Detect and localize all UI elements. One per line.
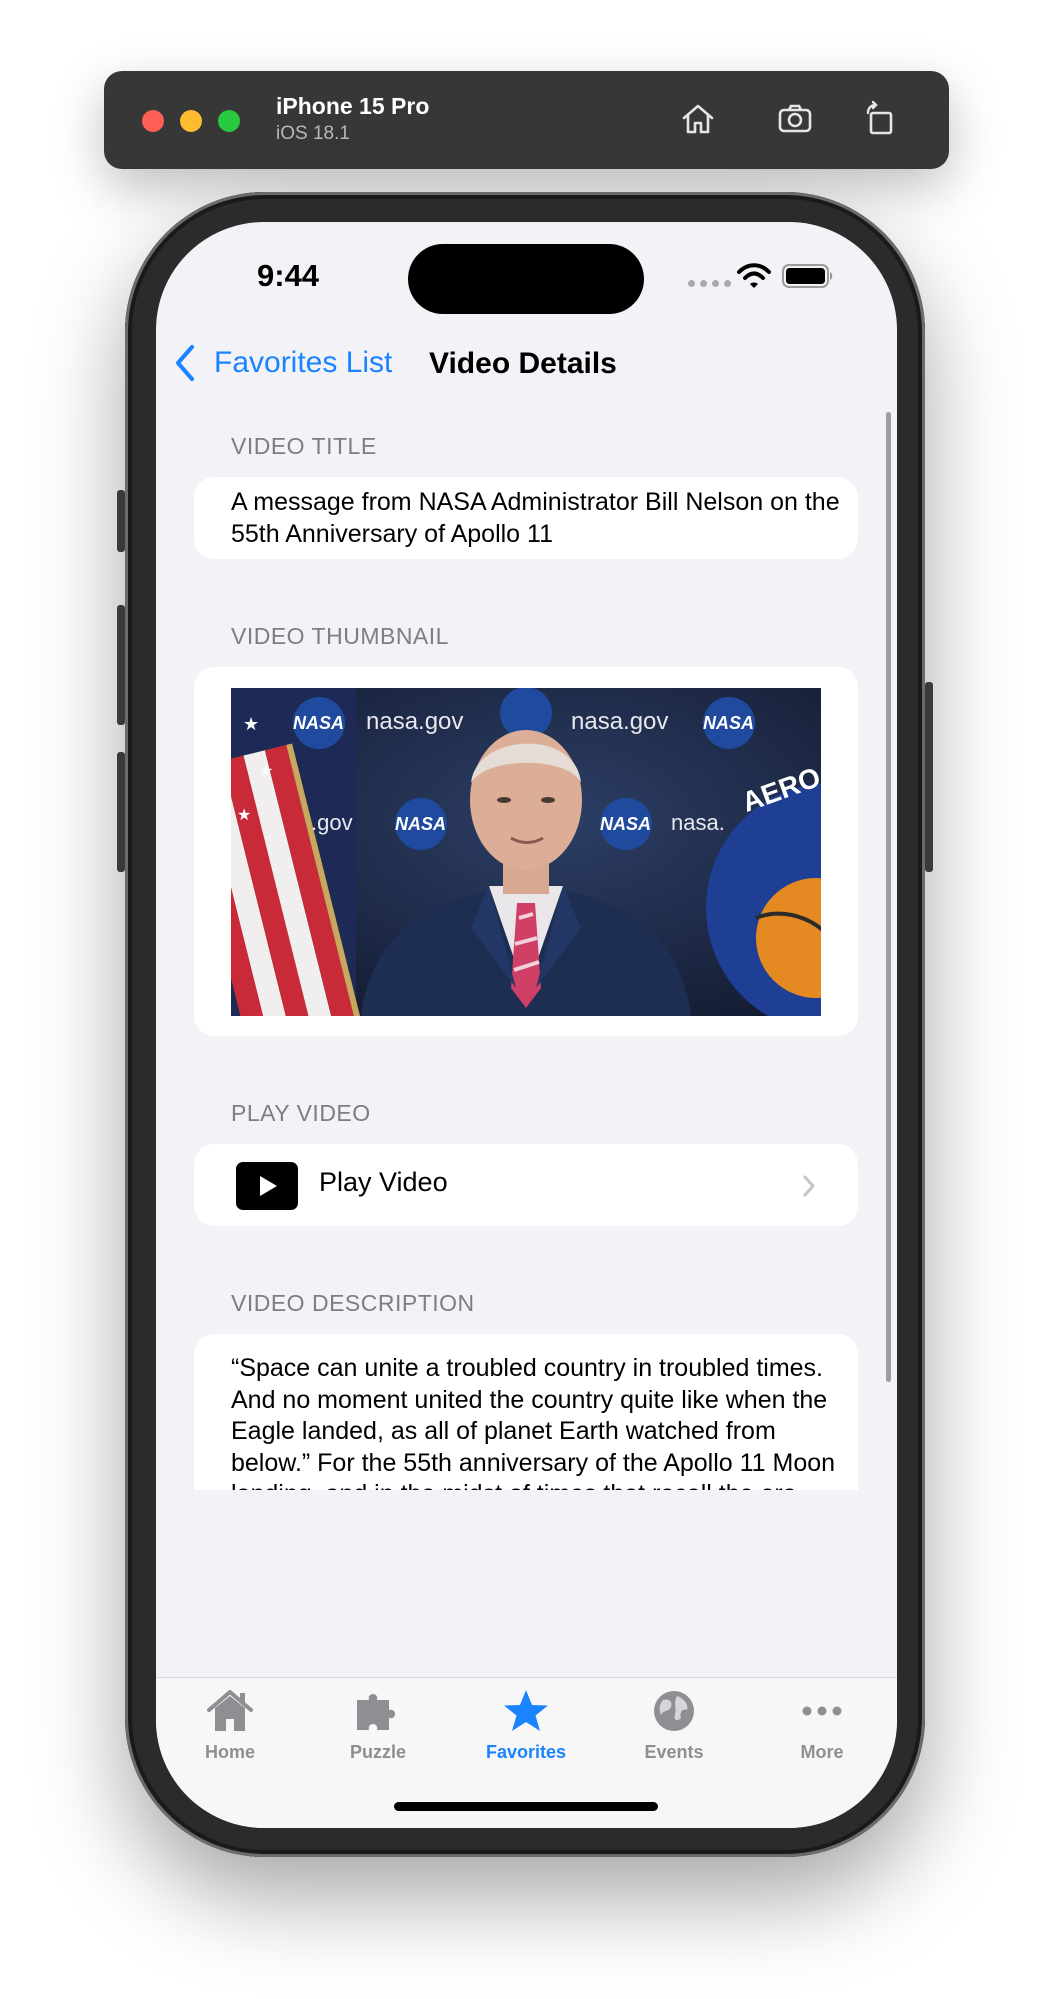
svg-text:★: ★ (259, 763, 273, 780)
wifi-icon (737, 263, 771, 288)
scroll-indicator[interactable] (886, 412, 891, 1382)
battery-icon (782, 264, 833, 288)
chevron-left-icon (176, 345, 194, 381)
screenshot-button[interactable] (771, 95, 819, 143)
phone-screen: 9:44 Favorites List Video Details VIDEO … (156, 222, 897, 1828)
svg-text:nasa.gov: nasa.gov (571, 708, 668, 735)
video-description-text: “Space can unite a troubled country in t… (231, 1354, 836, 1490)
play-video-row[interactable]: Play Video (194, 1144, 858, 1226)
minimize-window-button[interactable] (180, 110, 202, 132)
star-icon (504, 1690, 548, 1731)
cellular-signal-icon (688, 280, 731, 287)
power-button (925, 682, 933, 872)
status-time: 9:44 (257, 258, 320, 293)
dynamic-island (408, 244, 644, 314)
tab-puzzle[interactable]: Puzzle (304, 1678, 452, 1778)
tab-puzzle-label: Puzzle (349, 1742, 406, 1762)
device-name: iPhone 15 Pro (276, 93, 430, 119)
svg-text:.gov: .gov (311, 810, 353, 835)
svg-text:nasa.gov: nasa.gov (366, 708, 463, 735)
tab-favorites-label: Favorites (485, 1742, 567, 1762)
chevron-right-icon (803, 1175, 815, 1197)
play-video-header: PLAY VIDEO (231, 1100, 371, 1126)
home-button[interactable] (674, 95, 722, 143)
page-title: Video Details (429, 347, 617, 380)
tab-more-label: More (800, 1742, 844, 1762)
rotate-button[interactable] (856, 95, 904, 143)
tab-events-label: Events (644, 1742, 704, 1762)
svg-text:★: ★ (243, 714, 259, 734)
video-description-header: VIDEO DESCRIPTION (231, 1290, 475, 1316)
back-button[interactable]: Favorites List (174, 344, 392, 382)
home-icon (682, 104, 714, 134)
video-title-text: A message from NASA Administrator Bill N… (231, 488, 840, 548)
video-description-card: “Space can unite a troubled country in t… (194, 1334, 858, 1490)
tab-home[interactable]: Home (156, 1678, 304, 1778)
screenshot-icon (778, 104, 812, 133)
svg-text:NASA: NASA (293, 713, 344, 733)
thumbnail-illustration: ★ ★ ★ NASA NASA NASA NASA nasa.gov nasa.… (231, 688, 821, 1016)
play-video-label: Play Video (319, 1167, 448, 1197)
simulator-toolbar: iPhone 15 Pro iOS 18.1 (104, 71, 949, 169)
video-thumbnail-card: ★ ★ ★ NASA NASA NASA NASA nasa.gov nasa.… (194, 667, 858, 1036)
video-thumbnail-image: ★ ★ ★ NASA NASA NASA NASA nasa.gov nasa.… (231, 688, 821, 1016)
tab-home-label: Home (204, 1742, 255, 1762)
back-button-label: Favorites List (214, 346, 393, 379)
svg-text:NASA: NASA (703, 713, 754, 733)
close-window-button[interactable] (142, 110, 164, 132)
tab-more[interactable]: More (748, 1678, 896, 1778)
os-version: iOS 18.1 (276, 123, 350, 144)
tab-events[interactable]: Events (600, 1678, 748, 1778)
tab-favorites[interactable]: Favorites (452, 1678, 600, 1778)
ellipsis-icon (802, 1706, 842, 1716)
action-button (117, 490, 125, 552)
video-thumbnail-header: VIDEO THUMBNAIL (231, 623, 449, 649)
svg-text:nasa.: nasa. (671, 810, 725, 835)
details-scroll-view[interactable]: VIDEO TITLE A message from NASA Administ… (156, 410, 897, 1490)
globe-icon (654, 1691, 694, 1731)
svg-text:★: ★ (237, 807, 251, 824)
play-icon (236, 1162, 298, 1210)
svg-text:NASA: NASA (600, 814, 651, 834)
rotate-icon (866, 100, 893, 135)
svg-text:NASA: NASA (395, 814, 446, 834)
video-title-header: VIDEO TITLE (231, 433, 377, 459)
house-icon (207, 1690, 253, 1731)
video-title-card: A message from NASA Administrator Bill N… (194, 477, 858, 559)
puzzle-piece-icon (357, 1694, 395, 1730)
zoom-window-button[interactable] (218, 110, 240, 132)
volume-down-button (117, 752, 125, 872)
volume-up-button (117, 605, 125, 725)
home-indicator (394, 1802, 658, 1811)
